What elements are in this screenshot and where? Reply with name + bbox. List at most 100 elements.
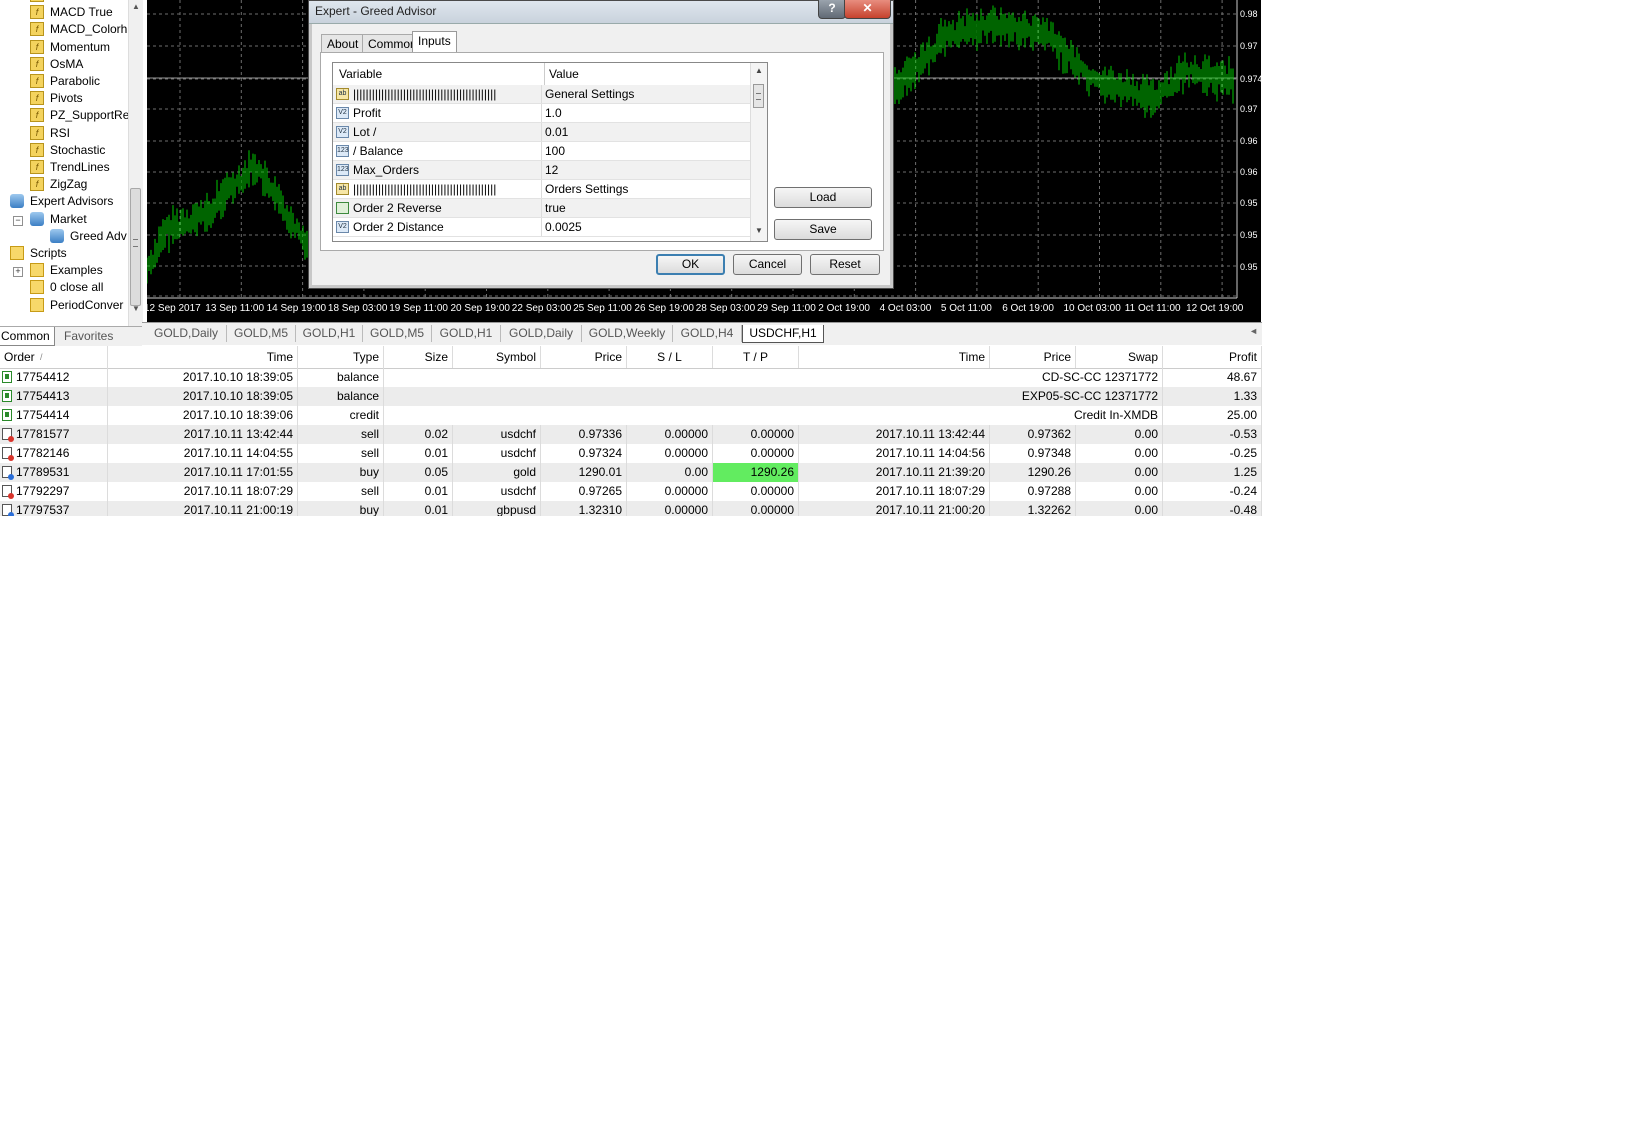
column-header[interactable]: Price	[541, 346, 627, 368]
input-row[interactable]: V2 Lot / 0.01	[333, 123, 751, 142]
input-value[interactable]: General Settings	[541, 85, 749, 103]
load-button[interactable]: Load	[774, 187, 872, 208]
inputs-scroll-thumb[interactable]	[753, 84, 764, 108]
table-row[interactable]: 17782146 2017.10.11 14:04:55 sell 0.01 usdch…	[0, 444, 1262, 463]
navigator-item-label: OsMA	[50, 56, 84, 71]
table-row[interactable]: 17797537 2017.10.11 21:00:19 buy 0.01 gbpusd…	[0, 501, 1262, 516]
scroll-down-arrow-icon[interactable]: ▼	[755, 226, 763, 235]
indicator-icon: f	[30, 0, 44, 2]
input-value[interactable]: 0.01	[541, 123, 749, 141]
chart-tab[interactable]: GOLD,Daily	[146, 325, 227, 342]
input-row[interactable]: ab ||||||||||||||||||||||||||||||||||||||…	[333, 180, 751, 199]
column-header[interactable]: Symbol	[453, 346, 541, 368]
chart-tab[interactable]: GOLD,H4	[673, 325, 742, 342]
table-row[interactable]: 17754414 2017.10.10 18:39:06 credit Credit …	[0, 406, 1262, 425]
column-header[interactable]: Profit	[1163, 346, 1262, 368]
string-icon: ab	[336, 88, 349, 100]
sort-indicator-icon[interactable]: /	[40, 346, 43, 368]
table-row[interactable]: 17789531 2017.10.11 17:01:55 buy 0.05 gold 12…	[0, 463, 1262, 482]
table-cell: 0.00	[1076, 425, 1163, 444]
save-button[interactable]: Save	[774, 219, 872, 240]
chart-tab[interactable]: GOLD,Weekly	[582, 325, 673, 342]
scroll-up-arrow-icon[interactable]: ▲	[755, 66, 763, 75]
table-row[interactable]: 17781577 2017.10.11 13:42:44 sell 0.02 usdch…	[0, 425, 1262, 444]
inputs-scrollbar[interactable]: ▲ ▼	[750, 63, 767, 241]
input-row[interactable]: V2 Profit 1.0	[333, 104, 751, 123]
chart-tab[interactable]: GOLD,M5	[227, 325, 296, 342]
column-header[interactable]: T / P	[713, 346, 799, 368]
column-header[interactable]: Type	[298, 346, 384, 368]
tab-common[interactable]: Common	[0, 327, 55, 346]
input-variable-name: / Balance	[353, 144, 404, 158]
expand-icon[interactable]: +	[13, 267, 23, 278]
chart-tab[interactable]: USDCHF,H1	[742, 325, 824, 343]
column-header[interactable]: Swap	[1076, 346, 1163, 368]
int-icon: 123	[336, 145, 349, 157]
input-row[interactable]: 123 Max_Orders 12	[333, 161, 751, 180]
table-cell: 0.02	[384, 425, 453, 444]
collapse-icon[interactable]: −	[13, 215, 23, 226]
table-cell: 0.05	[384, 463, 453, 482]
column-header[interactable]: Time	[108, 346, 298, 368]
tab-scroll-left-icon[interactable]: ◄	[1249, 326, 1258, 336]
table-row[interactable]: 17792297 2017.10.11 18:07:29 sell 0.01 usdch…	[0, 482, 1262, 501]
tab-favorites[interactable]: Favorites	[60, 327, 117, 345]
table-cell: EXP05-SC-CC 12371772	[384, 387, 1163, 406]
chart-tab[interactable]: GOLD,Daily	[501, 325, 582, 342]
close-button[interactable]: ✕	[844, 0, 891, 19]
input-value[interactable]: 12	[541, 161, 749, 179]
table-row[interactable]: 17754413 2017.10.10 18:39:05 balance EXP05-…	[0, 387, 1262, 406]
table-cell: buy	[298, 501, 384, 516]
table-cell: 1.25	[1163, 463, 1262, 482]
chart-tab[interactable]: GOLD,H1	[432, 325, 501, 342]
tab-about[interactable]: About	[321, 34, 365, 53]
table-row[interactable]: 17754412 2017.10.10 18:39:05 balance CD-SC-…	[0, 368, 1262, 387]
navigator-item-label: Momentum	[50, 39, 111, 54]
account-history-table: Order Time Type Size Symbol Price S / LT / P Ti…	[0, 346, 1262, 516]
time-axis-label: 13 Sep 11:00	[205, 303, 264, 314]
input-row[interactable]: ab ||||||||||||||||||||||||||||||||||||||…	[333, 85, 751, 104]
dialog-titlebar[interactable]: Expert - Greed Advisor ? ✕	[309, 0, 893, 24]
column-header[interactable]: Price	[990, 346, 1076, 368]
tab-inputs[interactable]: Inputs	[412, 31, 457, 54]
navigator-item-label: Examples	[50, 263, 103, 278]
column-header[interactable]: S / L	[627, 346, 713, 368]
reset-button[interactable]: Reset	[810, 254, 880, 275]
input-value[interactable]: Orders Settings	[541, 180, 749, 198]
help-button[interactable]: ?	[818, 0, 846, 19]
script-icon	[30, 280, 44, 295]
time-axis-label: 20 Sep 19:00	[451, 303, 511, 314]
column-header[interactable]: Size	[384, 346, 453, 368]
table-cell: 0.00	[1076, 501, 1163, 516]
variable-column-header[interactable]: Variable	[339, 63, 382, 85]
cancel-button[interactable]: Cancel	[733, 254, 802, 275]
input-row[interactable]: V2 Order 2 Distance 0.0025	[333, 218, 751, 237]
value-column-header[interactable]: Value	[544, 63, 579, 85]
chart-tab[interactable]: GOLD,H1	[296, 325, 363, 342]
input-value[interactable]: 0.0025	[541, 218, 749, 236]
scroll-up-arrow-icon[interactable]: ▲	[132, 2, 140, 11]
input-row[interactable]: 123 / Balance 100	[333, 142, 751, 161]
input-value[interactable]: true	[541, 199, 749, 217]
table-cell: 2017.10.10 18:39:05	[108, 387, 298, 406]
table-cell: usdchf	[453, 482, 541, 501]
price-axis-label: 0.97	[1240, 104, 1258, 114]
input-value[interactable]: 1.0	[541, 104, 749, 122]
navigator-scroll-thumb[interactable]	[130, 188, 141, 306]
time-axis-label: 4 Oct 03:00	[880, 303, 932, 314]
time-axis-label: 10 Oct 03:00	[1064, 303, 1122, 314]
column-header[interactable]: Time	[799, 346, 990, 368]
navigator-item-label: Greed Adv	[70, 228, 127, 243]
chart-tab[interactable]: GOLD,M5	[363, 325, 432, 342]
scroll-down-arrow-icon[interactable]: ▼	[132, 304, 140, 313]
price-axis-label: 0.95	[1240, 262, 1258, 272]
ok-button[interactable]: OK	[656, 254, 725, 275]
table-header: Order Time Type Size Symbol Price S / LT / P Ti…	[0, 346, 1262, 369]
navigator-scrollbar[interactable]: ▲ ▼	[128, 0, 143, 326]
column-header[interactable]: Order	[0, 346, 108, 368]
inputs-grid: Variable Value ab |||||||||||||||||||||||…	[332, 62, 768, 242]
input-row[interactable]: Order 2 Reverse true	[333, 199, 751, 218]
table-cell: -0.48	[1163, 501, 1262, 516]
navigator-item-label: Stochastic	[50, 142, 106, 157]
input-value[interactable]: 100	[541, 142, 749, 160]
